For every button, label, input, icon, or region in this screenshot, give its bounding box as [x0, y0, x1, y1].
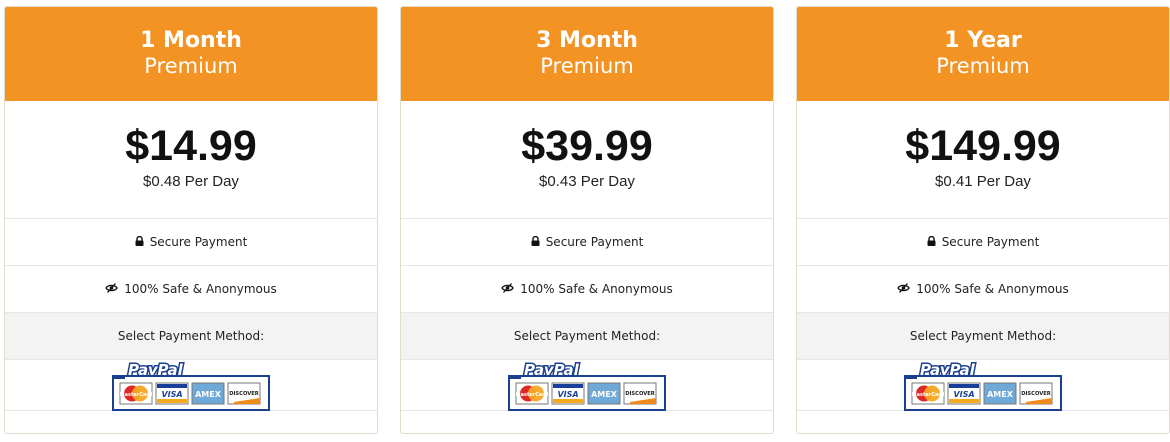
payment-options: PayPal MasterCard VISA AMEX DISCOVER — [797, 360, 1169, 411]
plan-card-1-month: 1 Month Premium $14.99 $0.48 Per Day Sec… — [4, 6, 378, 434]
plan-tier: Premium — [144, 54, 238, 78]
plan-tier: Premium — [540, 54, 634, 78]
price: $39.99 — [521, 122, 653, 170]
feature-secure-payment: Secure Payment — [5, 219, 377, 266]
svg-text:VISA: VISA — [161, 390, 182, 399]
svg-text:VISA: VISA — [953, 390, 974, 399]
feature-safe-anonymous: 100% Safe & Anonymous — [5, 266, 377, 313]
mastercard-icon: MasterCard — [119, 382, 153, 405]
payment-options: PayPal MasterCard VISA AMEX DISCOVER — [5, 360, 377, 411]
feature-secure-payment: Secure Payment — [797, 219, 1169, 266]
svg-text:MasterCard: MasterCard — [912, 392, 945, 398]
feature-secure-payment: Secure Payment — [401, 219, 773, 266]
plan-header: 3 Month Premium — [401, 7, 773, 101]
price: $14.99 — [125, 122, 257, 170]
per-day-price: $0.48 Per Day — [143, 173, 239, 190]
plan-name: 3 Month — [536, 28, 638, 53]
price-section: $39.99 $0.43 Per Day — [401, 101, 773, 219]
svg-text:MasterCard: MasterCard — [516, 392, 549, 398]
feature-label: 100% Safe & Anonymous — [916, 282, 1069, 296]
lock-icon — [927, 235, 936, 249]
svg-text:AMEX: AMEX — [195, 390, 222, 399]
amex-icon: AMEX — [191, 382, 225, 405]
feature-label: Secure Payment — [149, 235, 248, 249]
plan-header: 1 Month Premium — [5, 7, 377, 101]
svg-text:AMEX: AMEX — [987, 390, 1014, 399]
feature-label: Secure Payment — [941, 235, 1040, 249]
payment-options: PayPal MasterCard VISA AMEX DISCOVER — [401, 360, 773, 411]
eye-slash-icon — [501, 282, 515, 296]
discover-icon: DISCOVER — [623, 382, 657, 405]
select-payment-label: Select Payment Method: — [909, 329, 1057, 343]
price: $149.99 — [905, 122, 1061, 170]
paypal-payment-button[interactable]: PayPal MasterCard VISA AMEX DISCOVER — [904, 360, 1062, 412]
feature-safe-anonymous: 100% Safe & Anonymous — [797, 266, 1169, 313]
svg-text:DISCOVER: DISCOVER — [229, 391, 259, 397]
per-day-price: $0.43 Per Day — [539, 173, 635, 190]
visa-icon: VISA — [155, 382, 189, 405]
lock-icon — [135, 235, 144, 249]
plan-header: 1 Year Premium — [797, 7, 1169, 101]
plan-card-3-month: 3 Month Premium $39.99 $0.43 Per Day Sec… — [400, 6, 774, 434]
svg-text:VISA: VISA — [557, 390, 578, 399]
select-payment-method: Select Payment Method: — [401, 313, 773, 360]
svg-text:AMEX: AMEX — [591, 390, 618, 399]
select-payment-method: Select Payment Method: — [5, 313, 377, 360]
select-payment-label: Select Payment Method: — [513, 329, 661, 343]
price-section: $149.99 $0.41 Per Day — [797, 101, 1169, 219]
price-section: $14.99 $0.48 Per Day — [5, 101, 377, 219]
eye-slash-icon — [897, 282, 911, 296]
paypal-payment-button[interactable]: PayPal MasterCard VISA AMEX DISCOVER — [508, 360, 666, 412]
plan-tier: Premium — [936, 54, 1030, 78]
svg-text:DISCOVER: DISCOVER — [1021, 391, 1051, 397]
select-payment-method: Select Payment Method: — [797, 313, 1169, 360]
discover-icon: DISCOVER — [227, 382, 261, 405]
amex-icon: AMEX — [587, 382, 621, 405]
feature-label: 100% Safe & Anonymous — [124, 282, 277, 296]
svg-text:MasterCard: MasterCard — [120, 392, 153, 398]
plan-name: 1 Year — [944, 28, 1022, 53]
amex-icon: AMEX — [983, 382, 1017, 405]
select-payment-label: Select Payment Method: — [117, 329, 265, 343]
feature-label: 100% Safe & Anonymous — [520, 282, 673, 296]
plan-name: 1 Month — [140, 28, 242, 53]
plan-card-1-year: 1 Year Premium $149.99 $0.41 Per Day Sec… — [796, 6, 1170, 434]
feature-safe-anonymous: 100% Safe & Anonymous — [401, 266, 773, 313]
svg-text:DISCOVER: DISCOVER — [625, 391, 655, 397]
discover-icon: DISCOVER — [1019, 382, 1053, 405]
per-day-price: $0.41 Per Day — [935, 173, 1031, 190]
paypal-payment-button[interactable]: PayPal MasterCard VISA AMEX DISCOVER — [112, 360, 270, 412]
eye-slash-icon — [105, 282, 119, 296]
visa-icon: VISA — [947, 382, 981, 405]
feature-label: Secure Payment — [545, 235, 644, 249]
mastercard-icon: MasterCard — [911, 382, 945, 405]
lock-icon — [531, 235, 540, 249]
mastercard-icon: MasterCard — [515, 382, 549, 405]
visa-icon: VISA — [551, 382, 585, 405]
